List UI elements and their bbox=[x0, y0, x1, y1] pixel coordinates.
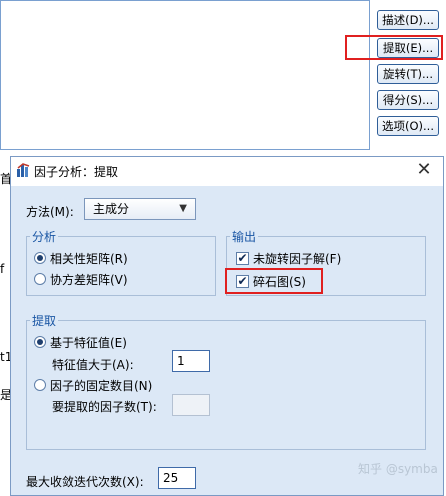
chevron-down-icon: ▼ bbox=[179, 203, 187, 214]
method-select-value: 主成分 bbox=[93, 202, 130, 216]
dialog-title: 因子分析：提取 bbox=[34, 165, 119, 179]
method-select[interactable]: 主成分 ▼ bbox=[84, 198, 196, 220]
scores-button[interactable]: 得分(S)... bbox=[377, 90, 439, 110]
descriptives-button[interactable]: 描述(D)... bbox=[377, 10, 439, 30]
eigenvalue-based-radio[interactable] bbox=[34, 336, 46, 348]
unrotated-solution-checkbox[interactable]: ✔ bbox=[236, 252, 249, 265]
extraction-highlight-box bbox=[345, 35, 443, 60]
factors-to-extract-input[interactable] bbox=[172, 394, 210, 416]
eigenvalue-greater-label: 特征值大于(A): bbox=[52, 358, 134, 372]
covariance-matrix-radio[interactable] bbox=[34, 273, 46, 285]
extract-group-title: 提取 bbox=[30, 312, 59, 329]
unrotated-solution-label: 未旋转因子解(F) bbox=[253, 252, 342, 266]
rotation-button[interactable]: 旋转(T)... bbox=[377, 64, 439, 84]
fixed-number-radio[interactable] bbox=[34, 379, 46, 391]
options-button[interactable]: 选项(O)... bbox=[377, 116, 439, 136]
factors-to-extract-label: 要提取的因子数(T): bbox=[52, 400, 157, 414]
eigenvalue-input[interactable]: 1 bbox=[172, 350, 210, 372]
correlation-matrix-radio[interactable] bbox=[34, 252, 46, 264]
close-icon[interactable]: ✕ bbox=[414, 160, 434, 180]
analysis-group-title: 分析 bbox=[30, 228, 59, 245]
fixed-number-label: 因子的固定数目(N) bbox=[50, 379, 153, 393]
watermark-text: 知乎 @symba bbox=[358, 462, 438, 476]
correlation-matrix-label: 相关性矩阵(R) bbox=[50, 252, 128, 266]
output-group-title: 输出 bbox=[230, 228, 259, 245]
covariance-matrix-label: 协方差矩阵(V) bbox=[50, 273, 128, 287]
max-iterations-input[interactable]: 25 bbox=[158, 467, 196, 489]
eigenvalue-based-label: 基于特征值(E) bbox=[50, 336, 127, 350]
max-iterations-label: 最大收敛迭代次数(X): bbox=[26, 475, 144, 489]
background-dialog-panel bbox=[0, 0, 370, 150]
spss-app-icon bbox=[17, 163, 31, 177]
method-label: 方法(M): bbox=[26, 205, 74, 219]
scree-plot-highlight-box bbox=[225, 268, 323, 294]
